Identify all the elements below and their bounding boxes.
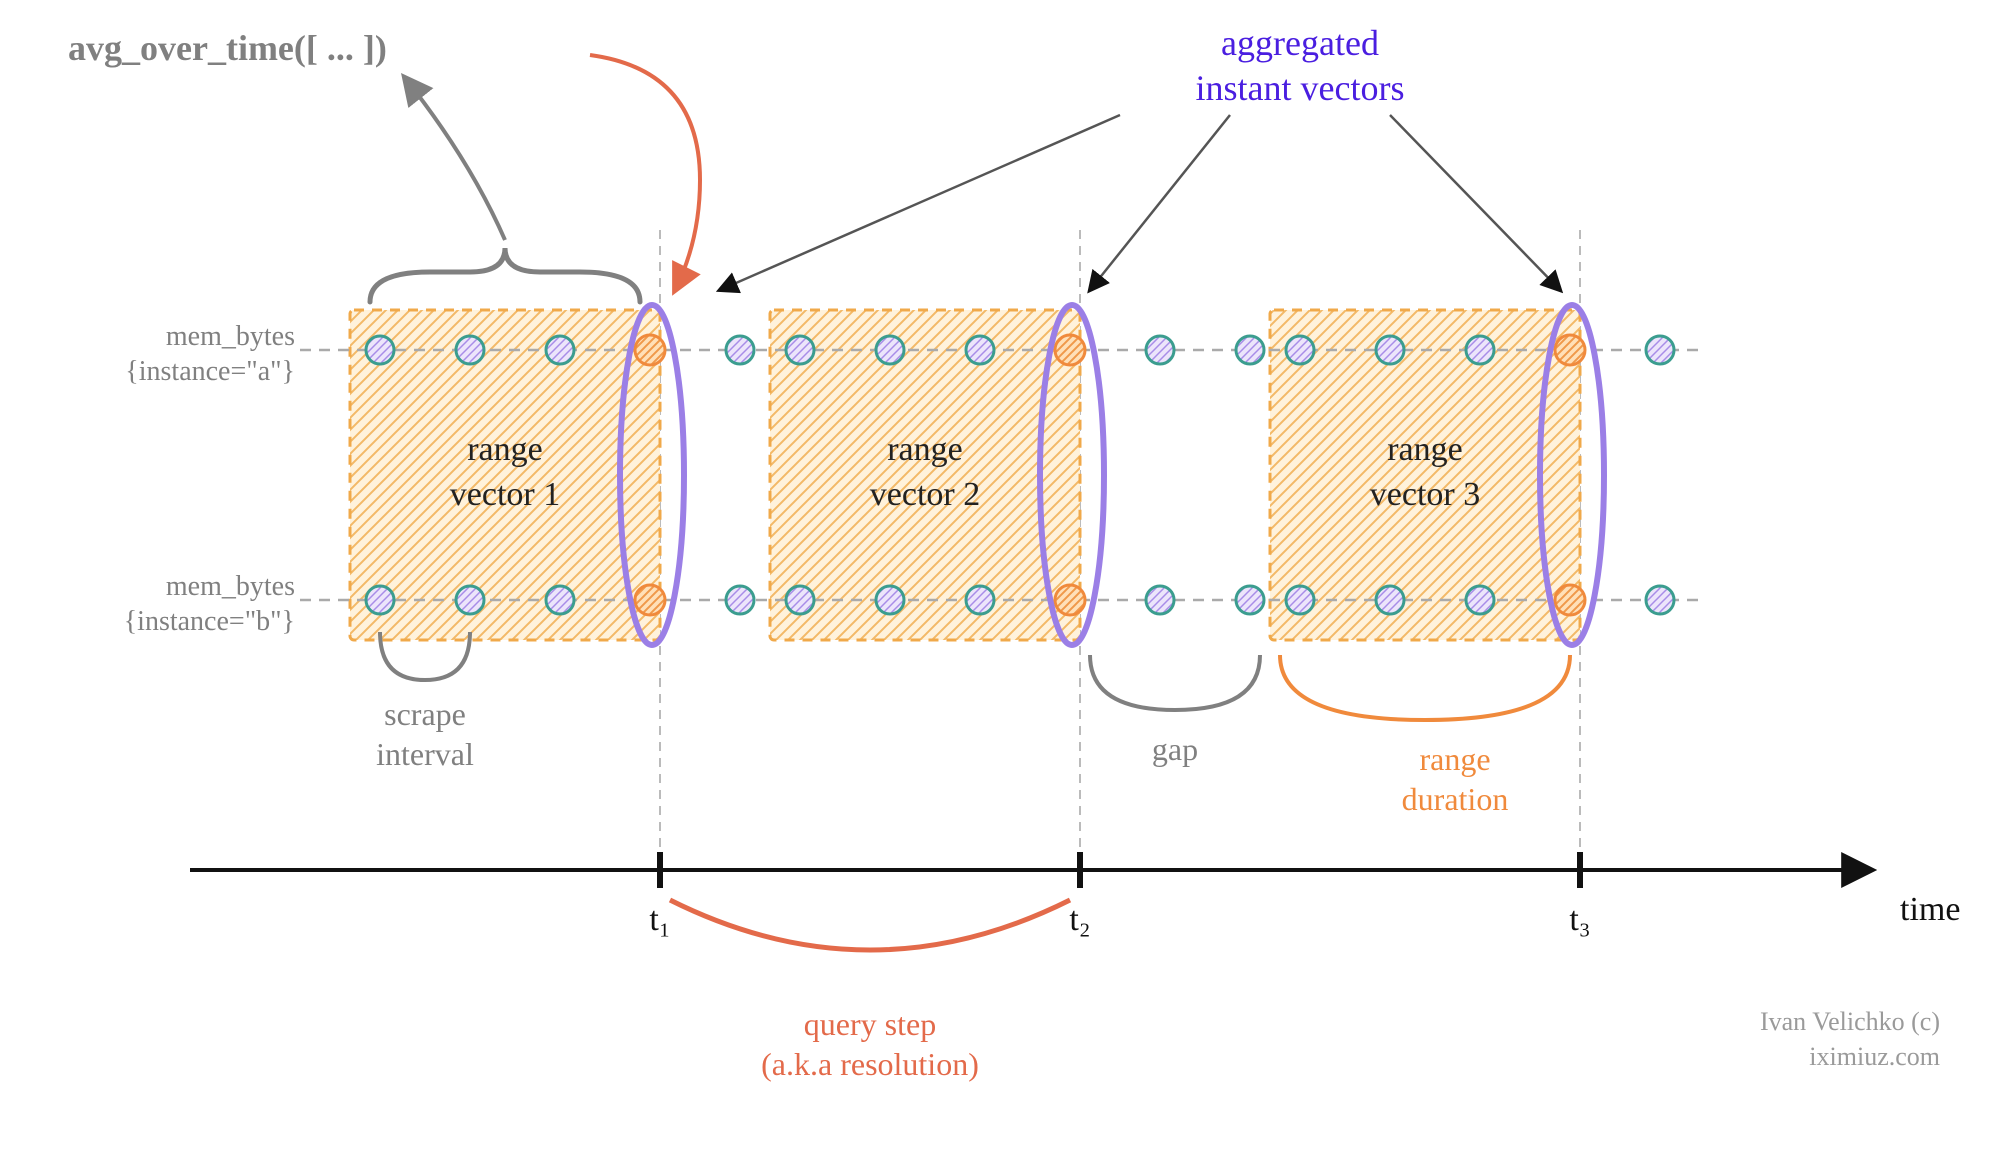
series-a-line1: mem_bytes bbox=[166, 321, 295, 352]
query-step-l2: (a.k.a resolution) bbox=[761, 1046, 979, 1082]
scrape-label-l1: scrape bbox=[384, 696, 466, 732]
credit-line1: Ivan Velichko (c) bbox=[1760, 1007, 1940, 1036]
series-b-line2: {instance="b"} bbox=[124, 606, 295, 637]
query-step-curve bbox=[670, 900, 1070, 950]
range-box-1 bbox=[350, 310, 660, 640]
tick-label-t3: t₃ bbox=[1569, 901, 1590, 938]
range-duration-l2: duration bbox=[1402, 781, 1509, 817]
arrow-agg-1 bbox=[720, 115, 1120, 290]
range-box-2 bbox=[770, 310, 1080, 640]
gap-label: gap bbox=[1152, 731, 1198, 767]
range-label-3-l2: vector 3 bbox=[1370, 476, 1480, 513]
diagram-canvas: avg_over_time([ ... ]) aggregated instan… bbox=[0, 0, 2000, 1175]
tick-label-t1: t₁ bbox=[649, 901, 670, 938]
tick-label-t2: t₂ bbox=[1069, 901, 1090, 938]
range-label-1-l1: range bbox=[467, 431, 543, 468]
arrow-title-to-ellipse bbox=[590, 55, 700, 290]
range-label-2-l2: vector 2 bbox=[870, 476, 980, 513]
range-duration-l1: range bbox=[1419, 741, 1490, 777]
range-label-3-l1: range bbox=[1387, 431, 1463, 468]
range-box-3 bbox=[1270, 310, 1580, 640]
gap-bracket bbox=[1090, 655, 1260, 710]
series-b-line1: mem_bytes bbox=[166, 571, 295, 602]
range-label-1-l2: vector 1 bbox=[450, 476, 560, 513]
axis-label-time: time bbox=[1900, 891, 1960, 928]
scrape-label-l2: interval bbox=[376, 736, 474, 772]
credit-line2: iximiuz.com bbox=[1809, 1042, 1940, 1071]
aggregated-label-line2: instant vectors bbox=[1196, 68, 1405, 108]
range-label-2-l1: range bbox=[887, 431, 963, 468]
arrow-agg-3 bbox=[1390, 115, 1560, 290]
function-title: avg_over_time([ ... ]) bbox=[68, 28, 387, 68]
series-a-line2: {instance="a"} bbox=[125, 356, 295, 387]
aggregated-label-line1: aggregated bbox=[1221, 23, 1379, 63]
arrow-agg-2 bbox=[1090, 115, 1230, 290]
query-step-l1: query step bbox=[804, 1006, 936, 1042]
arrow-brace-to-title bbox=[405, 78, 505, 240]
range-duration-bracket bbox=[1280, 655, 1570, 720]
curly-brace-icon bbox=[370, 248, 640, 302]
